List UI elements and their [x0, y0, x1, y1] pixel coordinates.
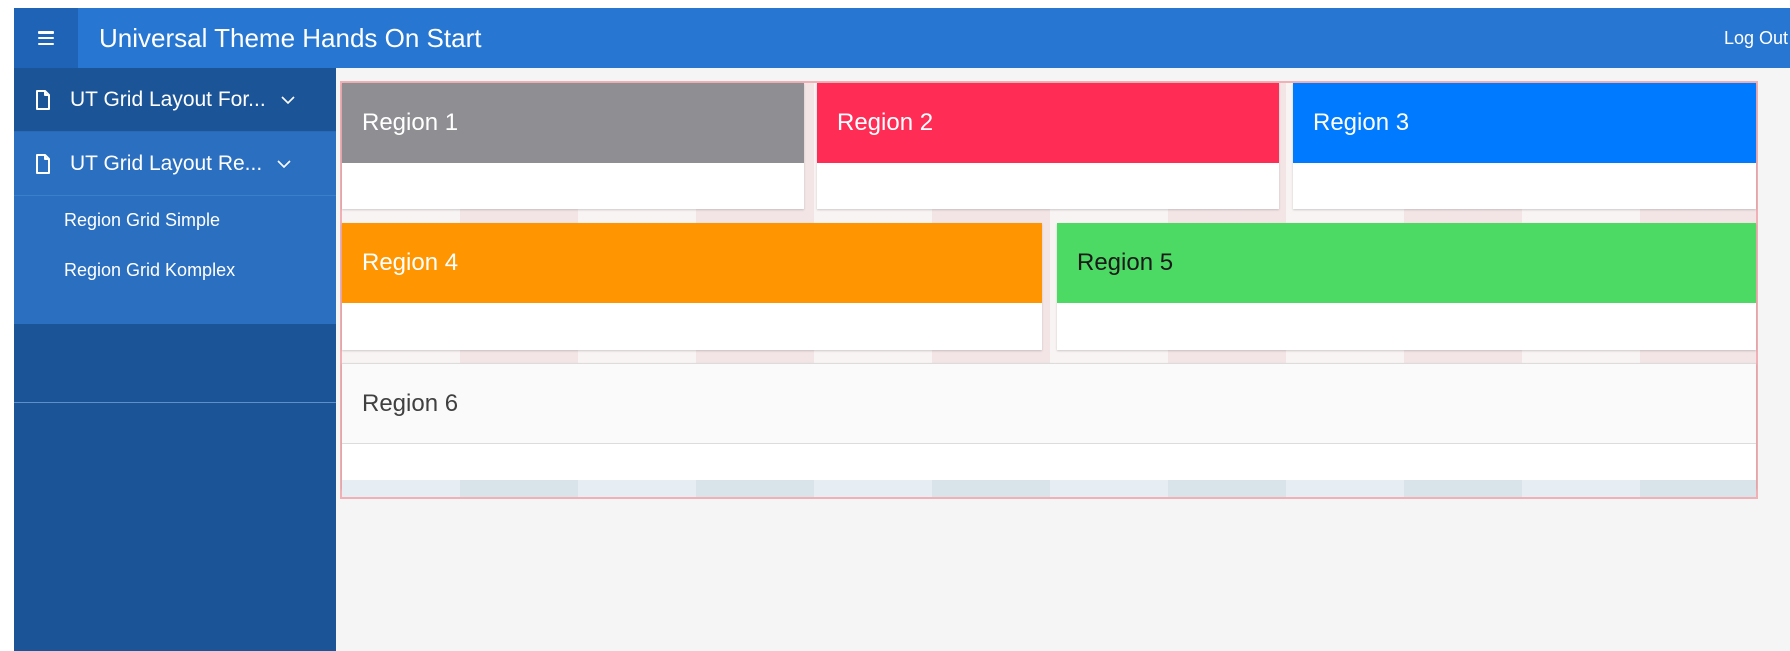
sidebar-item-grid-layout-form[interactable]: UT Grid Layout For... — [14, 68, 336, 132]
region-2-header: Region 2 — [817, 83, 1279, 163]
sidebar-subnav: Region Grid Simple Region Grid Komplex — [14, 196, 336, 324]
region-6-grid-strip — [342, 480, 1756, 497]
sidebar-divider — [14, 402, 336, 403]
region-4: Region 4 — [342, 223, 1042, 350]
top-navigation-bar: Universal Theme Hands On Start Log Out — [14, 8, 1790, 68]
document-icon — [32, 153, 54, 175]
app-title[interactable]: Universal Theme Hands On Start — [99, 8, 481, 68]
subnav-item-region-grid-komplex[interactable]: Region Grid Komplex — [64, 260, 235, 281]
region-6: Region 6 — [342, 363, 1756, 489]
chevron-down-icon[interactable] — [280, 92, 296, 108]
chevron-down-icon[interactable] — [276, 156, 292, 172]
sidebar-item-grid-layout-region[interactable]: UT Grid Layout Re... — [14, 132, 336, 196]
sidebar: UT Grid Layout For... UT Grid Layout Re.… — [14, 68, 336, 651]
region-3: Region 3 — [1293, 83, 1756, 209]
region-1: Region 1 — [342, 83, 804, 209]
region-1-header: Region 1 — [342, 83, 804, 163]
region-6-header: Region 6 — [342, 364, 1756, 444]
subnav-item-region-grid-simple[interactable]: Region Grid Simple — [64, 210, 220, 231]
menu-toggle-button[interactable] — [14, 8, 78, 68]
sidebar-item-label: UT Grid Layout Re... — [70, 151, 263, 175]
logout-link[interactable]: Log Out — [1724, 8, 1790, 68]
region-3-header: Region 3 — [1293, 83, 1756, 163]
region-5-header: Region 5 — [1057, 223, 1756, 303]
document-icon — [32, 89, 54, 111]
region-5: Region 5 — [1057, 223, 1756, 350]
app-window: Universal Theme Hands On Start Log Out U… — [14, 8, 1790, 651]
region-4-header: Region 4 — [342, 223, 1042, 303]
sidebar-item-label: UT Grid Layout For... — [70, 87, 266, 111]
hamburger-menu-icon — [38, 31, 54, 45]
region-2: Region 2 — [817, 83, 1279, 209]
